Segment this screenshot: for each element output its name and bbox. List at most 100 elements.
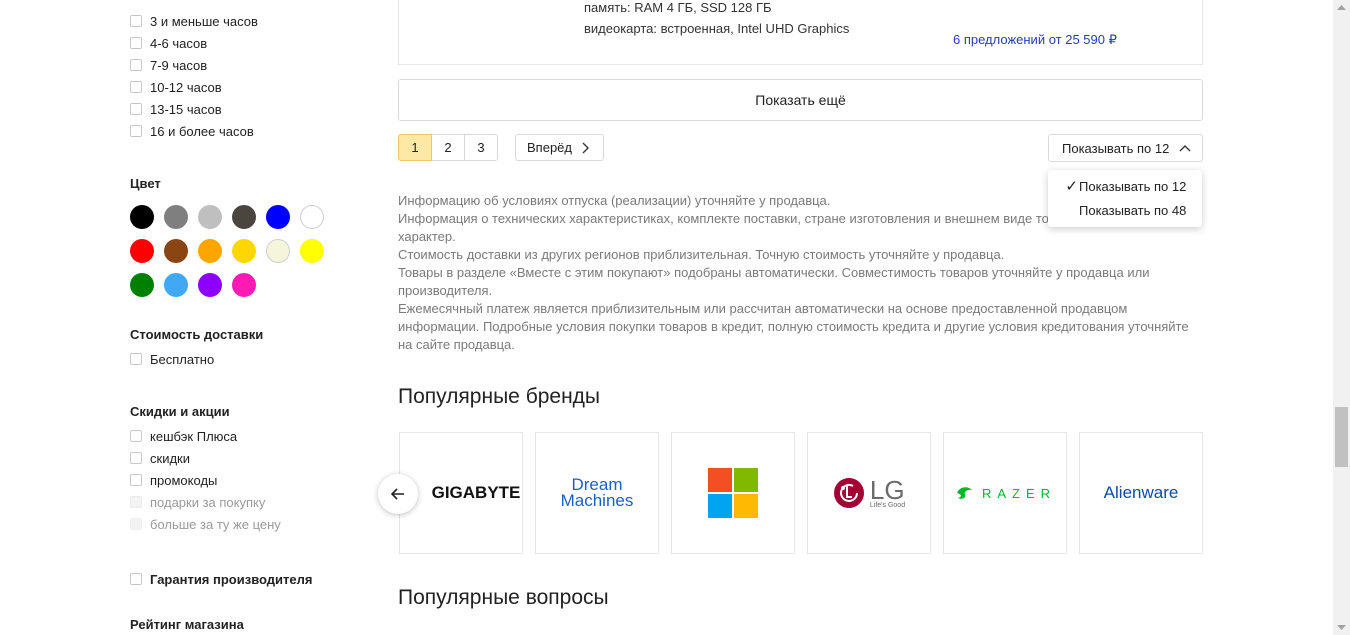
lg-logo: LG Life's Good [833,477,905,509]
battery-option-checkbox[interactable]: 7-9 часов [130,55,207,75]
next-page-button[interactable]: Вперёд [515,134,604,161]
discount-option-checkbox: подарки за покупку [130,492,265,512]
checkbox-box[interactable] [130,59,142,71]
color-swatch[interactable] [300,205,324,229]
checkbox-label: 13-15 часов [150,101,222,117]
discount-option-checkbox: больше за ту же цену [130,514,281,534]
color-swatch[interactable] [130,205,154,229]
checkbox-label: промокоды [150,472,218,488]
disclaimer-line: характер. [398,229,456,244]
rating-filter-title: Рейтинг магазина [130,617,244,632]
disclaimer-line: на сайте продавца. [398,337,515,352]
checkbox-box[interactable] [130,353,142,365]
color-swatch[interactable] [198,273,222,297]
chevron-up-icon [1179,145,1191,152]
brand-card-microsoft[interactable] [671,432,795,554]
per-page-option-label: Показывать по 48 [1079,202,1187,218]
lg-tagline: Life's Good [869,501,906,509]
dream-machines-logo: Dream Machines [561,476,634,509]
brand-card-razer[interactable]: RAZER [943,432,1067,554]
warranty-label: Гарантия производителя [150,571,313,587]
delivery-option-checkbox[interactable]: Бесплатно [130,349,214,369]
checkbox-box[interactable] [130,474,142,486]
disclaimer-line: Товары в разделе «Вместе с этим покупают… [398,265,1150,280]
show-more-button[interactable]: Показать ещё [398,79,1203,121]
gigabyte-logo: GIGABYTE [431,483,521,502]
battery-option-checkbox[interactable]: 3 и меньше часов [130,11,258,31]
checkbox-label: кешбэк Плюса [150,428,238,444]
checkbox-box[interactable] [130,37,142,49]
disclaimer-line: информации. Подробные условия покупки то… [398,319,1189,334]
next-page-label: Вперёд [527,140,572,155]
scroll-down-icon[interactable] [1336,623,1347,633]
checkbox-box [130,496,142,508]
color-swatch[interactable] [232,205,256,229]
checkbox-label: 3 и меньше часов [150,13,258,29]
brand-card-dream-machines[interactable]: Dream Machines [535,432,659,554]
popular-brands-title: Популярные бренды [398,385,601,408]
arrow-left-icon [390,488,404,500]
disclaimer-line: Ежемесячный платеж является приблизитель… [398,301,1128,316]
battery-option-checkbox[interactable]: 13-15 часов [130,99,222,119]
scrollbar-thumb[interactable] [1335,407,1348,467]
per-page-select[interactable]: Показывать по 12 [1048,134,1203,162]
checkbox-label: больше за ту же цену [150,516,281,532]
delivery-filter-title: Стоимость доставки [130,327,264,342]
razer-logo: RAZER [954,482,1056,504]
color-swatch[interactable] [198,205,222,229]
checkbox-box[interactable] [130,125,142,137]
discount-option-checkbox[interactable]: промокоды [130,470,217,490]
pagination: 123 [398,134,498,161]
warranty-checkbox[interactable]: Гарантия производителя [130,569,312,589]
checkbox-label: 4-6 часов [150,35,208,51]
checkbox-box[interactable] [130,81,142,93]
spec-memory: память: RAM 4 ГБ, SSD 128 ГБ [584,0,772,15]
spec-video: видеокарта: встроенная, Intel UHD Graphi… [584,21,850,36]
scroll-up-icon[interactable] [1336,2,1347,12]
color-swatch[interactable] [266,205,290,229]
page-scrollbar[interactable] [1333,0,1350,635]
battery-option-checkbox[interactable]: 10-12 часов [130,77,222,97]
disclaimer-line: Стоимость доставки из других регионов пр… [398,247,1005,262]
color-swatch[interactable] [232,273,256,297]
page-button[interactable]: 2 [431,134,465,161]
per-page-option-48[interactable]: Показывать по 48 [1048,198,1202,222]
color-filter-title: Цвет [130,176,161,191]
razer-wordmark: RAZER [981,485,1057,501]
checkbox-box[interactable] [130,103,142,115]
lg-wordmark: LG [869,474,905,505]
color-swatch[interactable] [266,239,290,263]
color-swatch[interactable] [130,273,154,297]
per-page-dropdown: ✓ Показывать по 12 Показывать по 48 [1048,170,1202,227]
color-swatch[interactable] [130,239,154,263]
battery-option-checkbox[interactable]: 4-6 часов [130,33,207,53]
page-button[interactable]: 3 [464,134,498,161]
checkbox-box[interactable] [130,452,142,464]
discount-option-checkbox[interactable]: кешбэк Плюса [130,426,237,446]
chevron-right-icon [582,142,589,153]
checkbox-box[interactable] [130,430,142,442]
brand-card-alienware[interactable]: Alienware [1079,432,1203,554]
checkmark-icon: ✓ [1065,178,1078,195]
checkbox-label: Бесплатно [150,351,215,367]
color-swatch[interactable] [164,239,188,263]
color-swatch[interactable] [164,273,188,297]
checkbox-box[interactable] [130,15,142,27]
discount-option-checkbox[interactable]: скидки [130,448,190,468]
per-page-option-label: Показывать по 12 [1079,178,1187,194]
brand-card-lg[interactable]: LG Life's Good [807,432,931,554]
color-swatch[interactable] [232,239,256,263]
brands-prev-button[interactable] [378,474,418,514]
disclaimer-line: производителя. [398,283,493,298]
page-button[interactable]: 1 [398,134,432,161]
battery-option-checkbox[interactable]: 16 и более часов [130,121,254,141]
color-swatch[interactable] [164,205,188,229]
checkbox-box[interactable] [130,573,142,585]
checkbox-label: 7-9 часов [150,57,208,73]
color-swatch[interactable] [300,239,324,263]
checkbox-label: подарки за покупку [150,494,266,510]
per-page-option-12[interactable]: ✓ Показывать по 12 [1048,174,1202,198]
color-swatch[interactable] [198,239,222,263]
offers-link[interactable]: 6 предложений от 25 590 ₽ [953,32,1117,48]
microsoft-logo [708,468,758,518]
